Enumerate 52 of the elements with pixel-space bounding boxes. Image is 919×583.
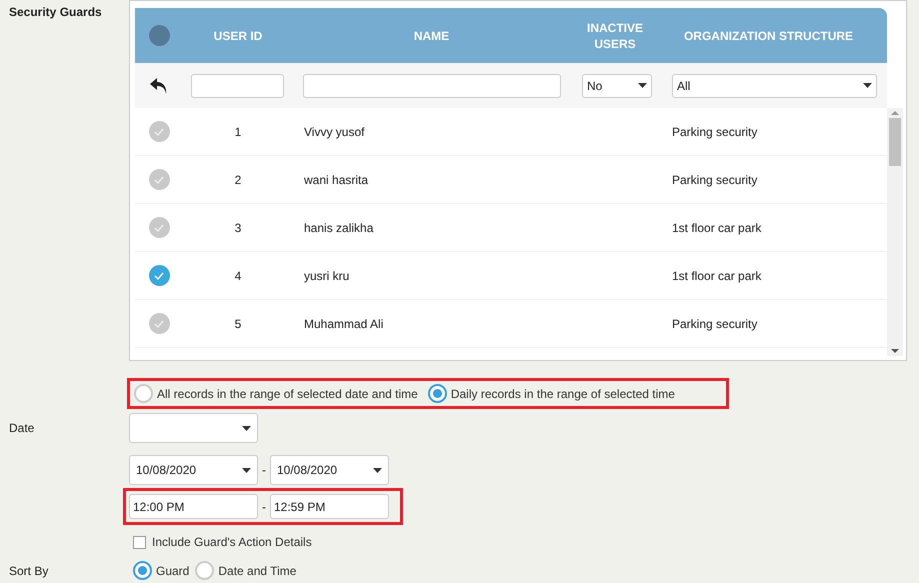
caret-icon <box>373 468 382 472</box>
column-header: NAME <box>414 28 450 44</box>
radio-button[interactable] <box>134 384 153 403</box>
table-cell: Muhammad Ali <box>304 316 384 330</box>
radio-label: Date and Time <box>218 562 296 580</box>
caret-icon <box>638 83 647 88</box>
table-cell: wani hasrita <box>304 172 368 186</box>
table-cell: Parking security <box>672 124 758 138</box>
time-to-field[interactable]: 12:59 PM <box>270 494 389 519</box>
table-cell-text: 2 <box>234 172 242 188</box>
table-cell: 1st floor car park <box>672 220 762 234</box>
radio-label: Guard <box>156 562 190 580</box>
date-to-select[interactable]: 10/08/2020 <box>270 455 389 485</box>
checkbox-label: Include Guard's Action Details <box>152 534 312 551</box>
table-cell: Vivvy yusof <box>304 124 364 138</box>
range-separator: - <box>262 498 266 516</box>
radio-button[interactable] <box>133 561 152 580</box>
name-filter[interactable] <box>303 74 561 98</box>
caret-icon <box>242 426 251 430</box>
time-from-field[interactable]: 12:00 PM <box>129 494 258 519</box>
scrollbar[interactable] <box>887 108 903 356</box>
column-header: INACTIVE USERS <box>586 20 644 52</box>
field-label: Date <box>9 421 34 435</box>
caret-icon <box>863 83 872 88</box>
radio-label: Daily records in the range of selected time <box>450 386 675 402</box>
undo-icon[interactable] <box>149 76 169 94</box>
table-cell: yusri kru <box>304 268 350 282</box>
radio-button[interactable] <box>428 384 447 403</box>
table-cell-text: 5 <box>234 316 242 332</box>
scroll-down-icon[interactable] <box>891 346 899 356</box>
scrollbar-thumb[interactable] <box>889 118 901 166</box>
section-label: Security Guards <box>9 5 102 19</box>
table-cell: 1st floor car park <box>672 268 762 282</box>
table-cell-text: 3 <box>234 220 242 236</box>
column-header: USER ID <box>214 28 262 44</box>
organization-select[interactable]: All <box>672 74 877 98</box>
date-preset-select[interactable] <box>129 413 258 443</box>
user-id-filter[interactable] <box>191 74 284 98</box>
radio-label: All records in the range of selected date and time <box>157 386 418 402</box>
table-cell: Parking security <box>672 172 758 186</box>
table-cell: Parking security <box>672 316 758 330</box>
table-cell: hanis zalikha <box>304 220 374 234</box>
field-label: Sort By <box>9 564 48 578</box>
caret-icon <box>242 468 251 472</box>
table-cell-text: 1 <box>234 124 242 140</box>
range-separator: - <box>262 462 266 479</box>
checkbox[interactable] <box>133 536 146 548</box>
scroll-up-icon[interactable] <box>891 108 899 118</box>
radio-button[interactable] <box>195 561 214 580</box>
column-header: ORGANIZATION STRUCTURE <box>684 28 854 44</box>
date-from-select[interactable]: 10/08/2020 <box>129 455 258 485</box>
table-cell-text: 4 <box>234 268 242 284</box>
